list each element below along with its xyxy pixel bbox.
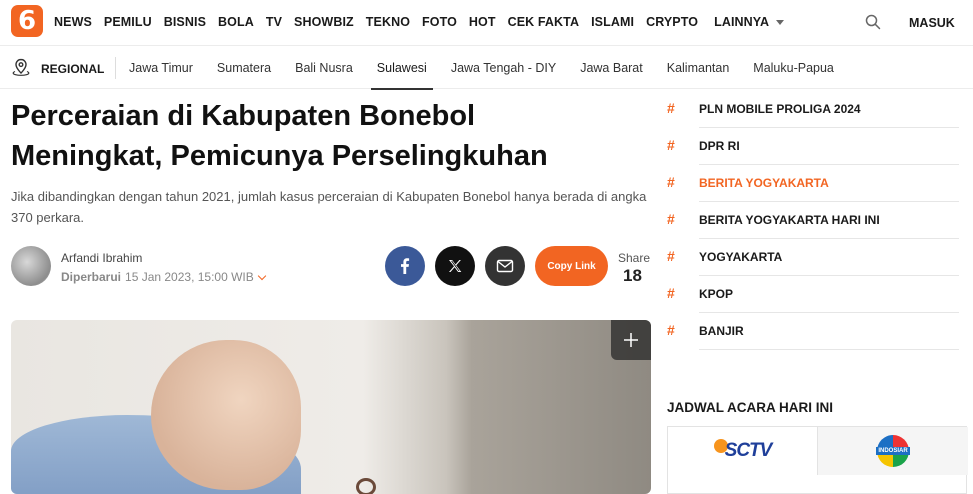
nav-item-bisnis[interactable]: BISNIS: [164, 15, 206, 29]
nav-item-tekno[interactable]: TEKNO: [366, 15, 410, 29]
tab-jawa-tengah-diy[interactable]: Jawa Tengah - DIY: [451, 47, 556, 89]
hashtag-icon: #: [667, 174, 675, 190]
top-navigation: 6 NEWS PEMILU BISNIS BOLA TV SHOWBIZ TEK…: [0, 0, 973, 46]
nav-item-pemilu[interactable]: PEMILU: [104, 15, 152, 29]
nav-item-bola[interactable]: BOLA: [218, 15, 254, 29]
indosiar-wordmark: INDOSIAR: [876, 447, 910, 455]
schedule-title: JADWAL ACARA HARI INI: [667, 400, 834, 415]
tag-item[interactable]: # DPR RI: [667, 128, 959, 165]
article-title: Perceraian di Kabupaten Bonebol Meningka…: [11, 100, 548, 172]
avatar[interactable]: [11, 246, 51, 286]
hashtag-icon: #: [667, 322, 675, 338]
tab-maluku-papua[interactable]: Maluku-Papua: [753, 47, 834, 89]
nav-more-label: LAINNYA: [714, 15, 770, 29]
author-name[interactable]: Arfandi Ibrahim: [61, 251, 142, 265]
photo-hand-shape: [151, 340, 301, 490]
x-twitter-icon: [449, 260, 462, 272]
expand-photo-button[interactable]: [611, 320, 651, 360]
hashtag-icon: #: [667, 137, 675, 153]
tab-jawa-barat[interactable]: Jawa Barat: [580, 47, 643, 89]
hashtag-icon: #: [667, 248, 675, 264]
tab-sulawesi[interactable]: Sulawesi: [370, 47, 433, 90]
updated-date: 15 Jan 2023, 15:00 WIB: [125, 270, 254, 284]
share-label: Share: [618, 251, 651, 265]
share-facebook-button[interactable]: [385, 246, 425, 286]
channel-tabs: SCTV INDOSIAR: [667, 426, 968, 494]
divider: [699, 349, 959, 350]
copy-link-button[interactable]: Copy Link: [535, 246, 608, 286]
hashtag-icon: #: [667, 211, 675, 227]
share-count: 18: [623, 266, 642, 285]
tab-kalimantan[interactable]: Kalimantan: [667, 47, 730, 89]
regional-tabs: Jawa Timur Sumatera Bali Nusra Sulawesi …: [129, 47, 858, 90]
nav-item-showbiz[interactable]: SHOWBIZ: [294, 15, 354, 29]
tab-sumatera[interactable]: Sumatera: [217, 47, 271, 89]
email-icon: [496, 259, 514, 273]
main-menu: NEWS PEMILU BISNIS BOLA TV SHOWBIZ TEKNO…: [54, 0, 796, 44]
login-button[interactable]: MASUK: [909, 16, 955, 30]
tag-label: BANJIR: [699, 324, 744, 338]
tab-bali-nusra[interactable]: Bali Nusra: [295, 47, 353, 89]
regional-label: REGIONAL: [41, 62, 105, 76]
hashtag-icon: #: [667, 285, 675, 301]
trending-tags: # PLN MOBILE PROLIGA 2024 # DPR RI # BER…: [667, 91, 959, 350]
nav-item-hot[interactable]: HOT: [469, 15, 496, 29]
search-icon[interactable]: [865, 14, 881, 30]
nav-item-crypto[interactable]: CRYPTO: [646, 15, 698, 29]
tab-indosiar[interactable]: INDOSIAR: [818, 427, 968, 475]
tag-label: BERITA YOGYAKARTA HARI INI: [699, 213, 880, 227]
indosiar-logo: INDOSIAR: [876, 435, 910, 467]
tag-label: PLN MOBILE PROLIGA 2024: [699, 102, 861, 116]
tab-sctv[interactable]: SCTV: [668, 427, 818, 475]
regional-bar: REGIONAL Jawa Timur Sumatera Bali Nusra …: [0, 47, 973, 90]
facebook-icon: [401, 258, 410, 274]
chevron-down-icon: [776, 19, 785, 25]
tag-label: KPOP: [699, 287, 734, 301]
photo-ring-shape: [356, 478, 376, 494]
map-pin-icon: [12, 58, 30, 76]
plus-icon: [624, 333, 638, 347]
nav-item-foto[interactable]: FOTO: [422, 15, 457, 29]
share-x-button[interactable]: [435, 246, 475, 286]
sctv-wordmark: SCTV: [724, 440, 773, 461]
divider: [115, 57, 116, 79]
nav-more-dropdown[interactable]: LAINNYA: [714, 15, 785, 29]
tag-item[interactable]: # BERITA YOGYAKARTA: [667, 165, 959, 202]
tag-item[interactable]: # KPOP: [667, 276, 959, 313]
tag-item[interactable]: # YOGYAKARTA: [667, 239, 959, 276]
tag-item[interactable]: # PLN MOBILE PROLIGA 2024: [667, 91, 959, 128]
tag-label: DPR RI: [699, 139, 740, 153]
chevron-down-icon: [257, 271, 267, 280]
updated-timestamp[interactable]: Diperbarui 15 Jan 2023, 15:00 WIB: [61, 270, 267, 284]
nav-item-islami[interactable]: ISLAMI: [591, 15, 634, 29]
sctv-logo: SCTV: [713, 439, 773, 462]
article-photo[interactable]: [11, 320, 651, 494]
site-logo[interactable]: 6: [11, 5, 43, 37]
nav-item-cek-fakta[interactable]: CEK FAKTA: [508, 15, 580, 29]
updated-label: Diperbarui: [61, 270, 122, 284]
hashtag-icon: #: [667, 100, 675, 116]
tag-item[interactable]: # BERITA YOGYAKARTA HARI INI: [667, 202, 959, 239]
tag-label: BERITA YOGYAKARTA: [699, 176, 829, 190]
tag-label: YOGYAKARTA: [699, 250, 783, 264]
article-lede: Jika dibandingkan dengan tahun 2021, jum…: [11, 189, 647, 225]
nav-item-news[interactable]: NEWS: [54, 15, 92, 29]
tab-jawa-timur[interactable]: Jawa Timur: [129, 47, 193, 89]
share-email-button[interactable]: [485, 246, 525, 286]
nav-item-tv[interactable]: TV: [266, 15, 282, 29]
tag-item[interactable]: # BANJIR: [667, 313, 959, 350]
